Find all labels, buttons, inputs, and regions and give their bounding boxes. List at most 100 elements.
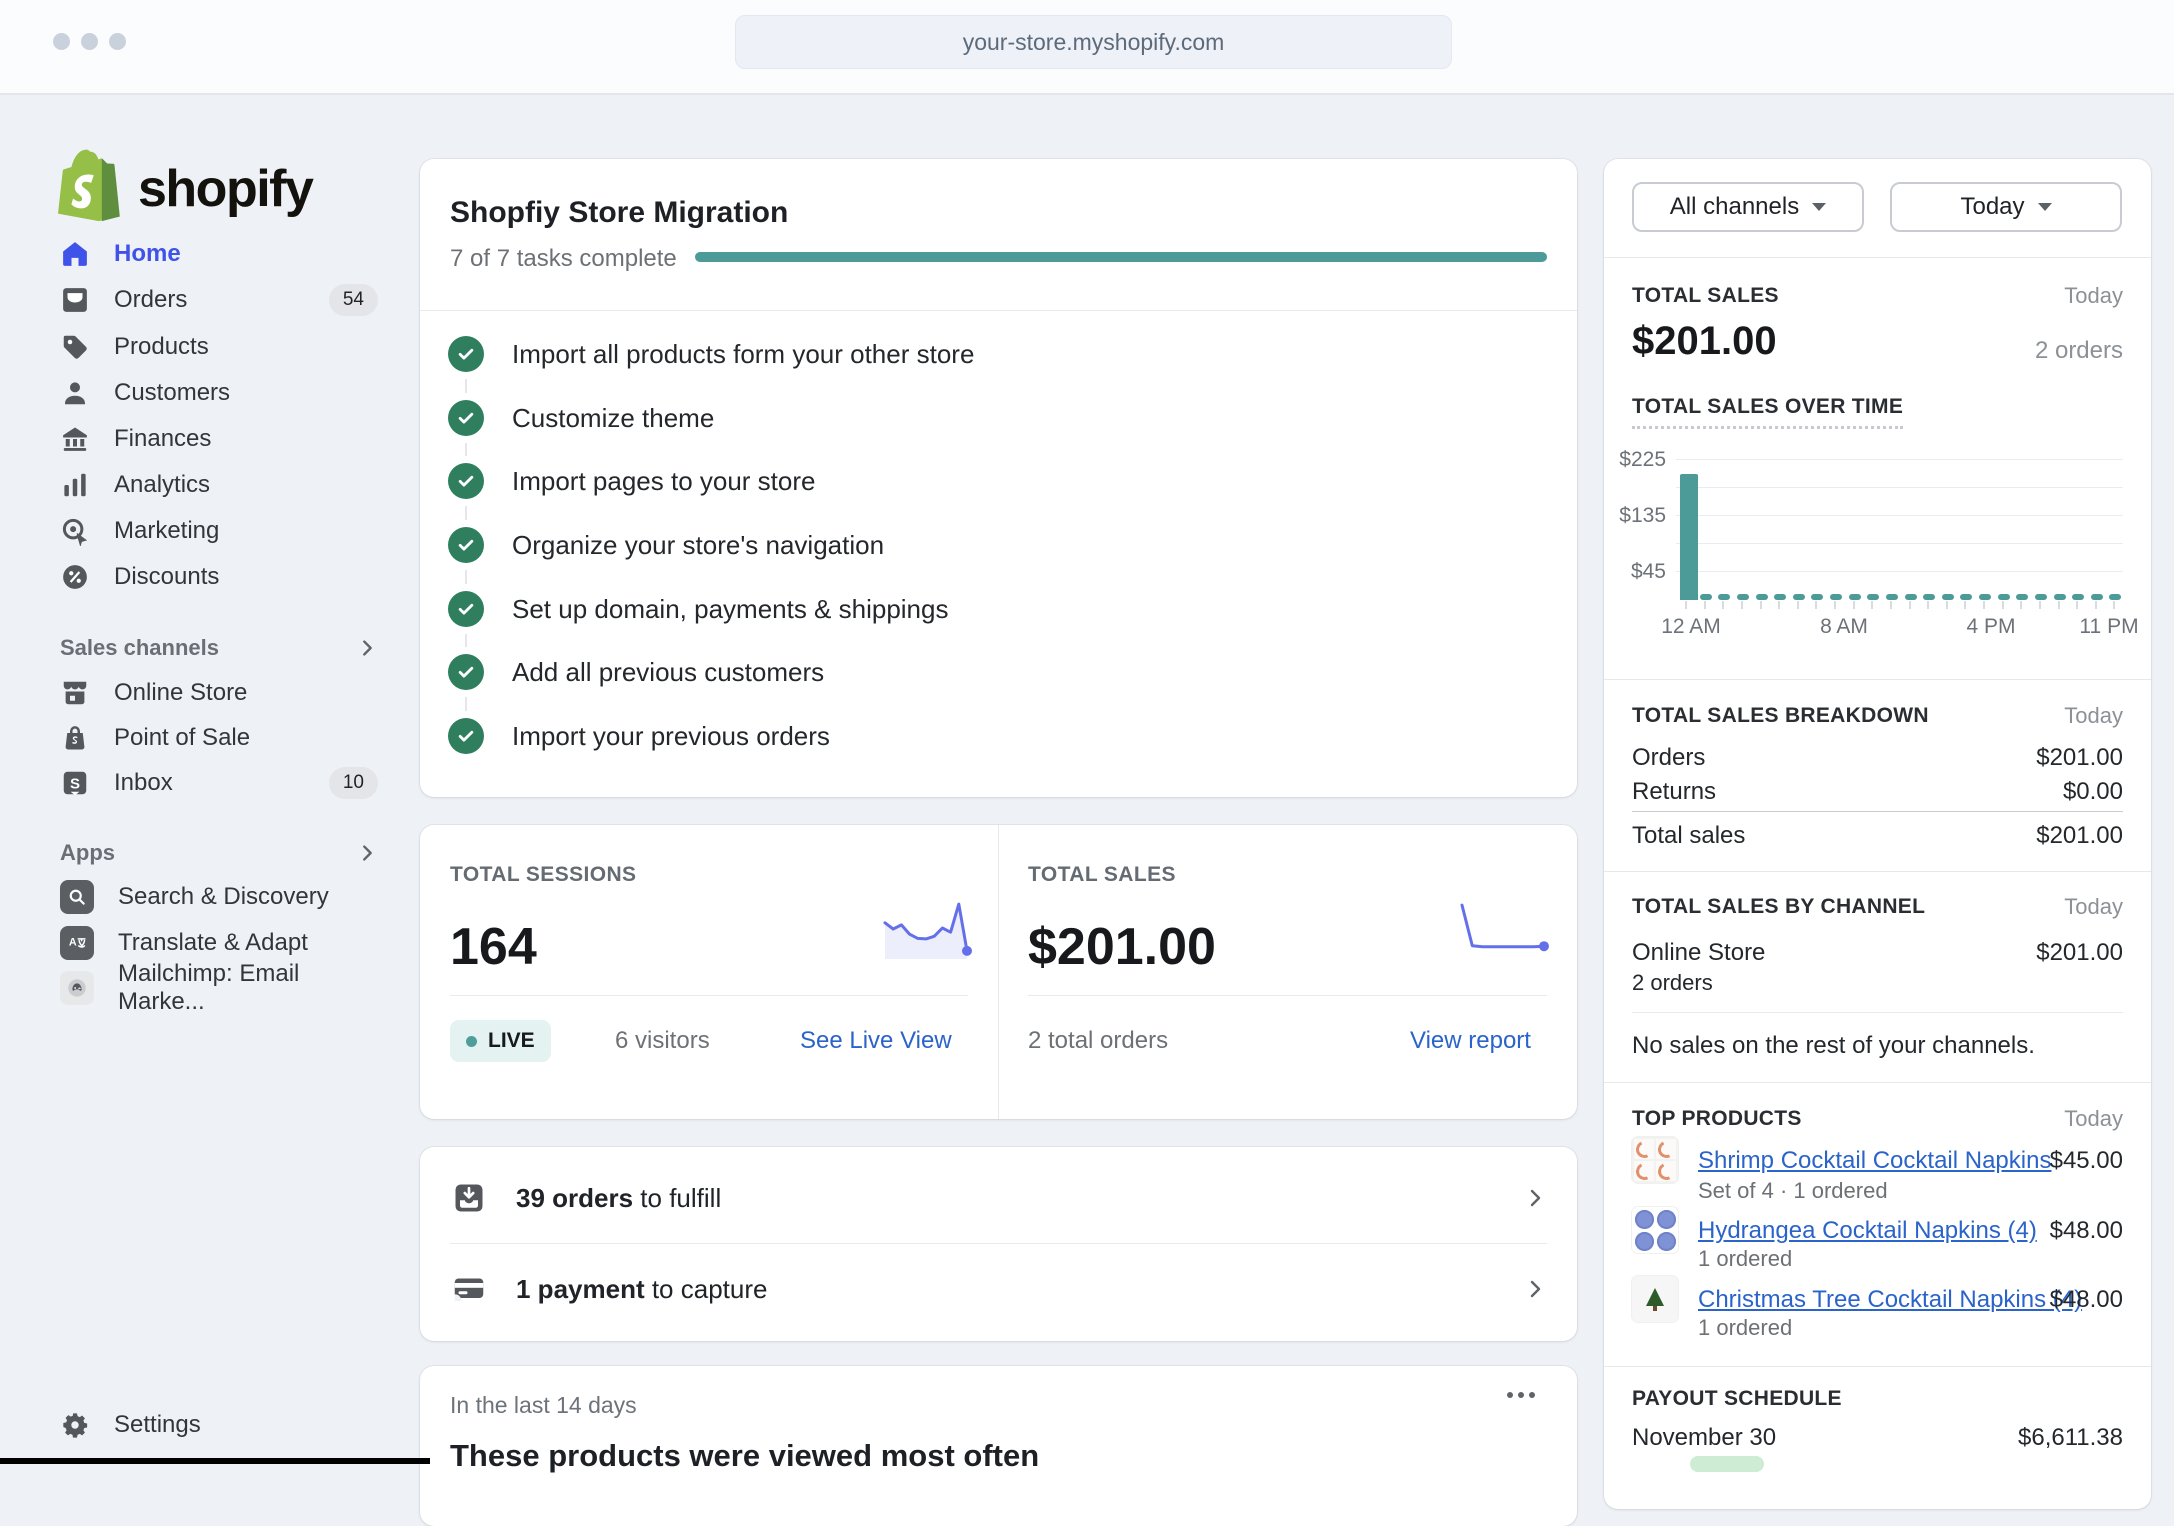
todo-count: 1 payment xyxy=(516,1274,645,1304)
todo-count: 39 orders xyxy=(516,1183,633,1213)
breakdown-row-label: Returns xyxy=(1632,778,1716,806)
task-row[interactable]: Import pages to your store xyxy=(448,461,815,501)
sidebar-item-marketing[interactable]: Marketing xyxy=(60,508,378,554)
orders-count-badge: 54 xyxy=(329,284,378,316)
task-row[interactable]: Add all previous customers xyxy=(448,652,824,692)
svg-text:S: S xyxy=(70,776,80,793)
product-price: $48.00 xyxy=(2050,1217,2123,1245)
y-axis-tick: $45 xyxy=(1604,560,1666,584)
shopify-logo[interactable]: shopify xyxy=(58,148,312,229)
sidebar-item-label: Point of Sale xyxy=(114,724,250,752)
translate-adapt-app-icon: A xyxy=(60,926,94,960)
date-filter-button[interactable]: Today xyxy=(1890,182,2122,232)
sidebar-item-label: Orders xyxy=(114,286,187,314)
breakdown-row-label: Orders xyxy=(1632,744,1705,772)
sidebar-item-analytics[interactable]: Analytics xyxy=(60,462,378,508)
point-of-sale-bag-icon xyxy=(60,723,90,753)
date-filter-label: Today xyxy=(1960,193,2024,221)
task-row[interactable]: Customize theme xyxy=(448,398,714,438)
see-live-view-link[interactable]: See Live View xyxy=(800,1027,952,1055)
product-thumbnail-christmas-tree xyxy=(1632,1276,1678,1322)
view-report-link[interactable]: View report xyxy=(1410,1027,1531,1055)
chevron-right-icon xyxy=(1523,1186,1547,1210)
product-link[interactable]: Hydrangea Cocktail Napkins (4) xyxy=(1698,1217,2037,1245)
product-thumbnail-hydrangea xyxy=(1632,1207,1678,1253)
window-control-icon[interactable] xyxy=(53,33,70,50)
sidebar-item-settings[interactable]: Settings xyxy=(60,1402,378,1448)
task-row[interactable]: Import your previous orders xyxy=(448,716,830,756)
divider xyxy=(998,825,999,1119)
breakdown-row-value: $201.00 xyxy=(2036,744,2123,772)
task-row[interactable]: Set up domain, payments & shippings xyxy=(448,589,948,629)
sidebar-item-inbox[interactable]: S Inbox 10 xyxy=(60,760,378,806)
section-separator xyxy=(1604,1366,2151,1367)
sidebar-item-discounts[interactable]: Discounts xyxy=(60,554,378,600)
task-row[interactable]: Import all products form your other stor… xyxy=(448,334,974,374)
kebab-menu-icon[interactable] xyxy=(1507,1392,1535,1398)
sidebar-item-label: Translate & Adapt xyxy=(118,929,308,957)
migration-progress-bar xyxy=(695,252,1547,262)
sidebar-section-sales-channels[interactable]: Sales channels xyxy=(60,626,378,670)
task-label: Import pages to your store xyxy=(512,466,815,497)
sidebar-item-orders[interactable]: Orders 54 xyxy=(60,277,378,323)
chevron-right-icon xyxy=(1523,1277,1547,1301)
channel-filter-button[interactable]: All channels xyxy=(1632,182,1864,232)
section-separator xyxy=(1604,679,2151,680)
x-axis-tick: 11 PM xyxy=(2079,615,2138,639)
home-icon xyxy=(60,239,90,269)
task-label: Customize theme xyxy=(512,403,714,434)
live-dot-icon xyxy=(466,1036,477,1047)
orders-to-fulfill-row[interactable]: 39 orders to fulfill xyxy=(450,1172,1547,1224)
breakdown-label: TOTAL SALES BREAKDOWN xyxy=(1632,704,1929,728)
sidebar: shopify Home Orders 54 Products Customer… xyxy=(0,93,420,1464)
sidebar-item-home[interactable]: Home xyxy=(60,231,378,277)
sidebar-item-online-store[interactable]: Online Store xyxy=(60,670,378,716)
total-sessions-label: TOTAL SESSIONS xyxy=(450,863,636,887)
section-separator xyxy=(1604,257,2151,258)
product-sub: 1 ordered xyxy=(1698,1315,1792,1341)
sidebar-item-label: Online Store xyxy=(114,679,247,707)
check-circle-icon xyxy=(448,718,484,754)
sidebar-item-finances[interactable]: Finances xyxy=(60,416,378,462)
sidebar-item-customers[interactable]: Customers xyxy=(60,370,378,416)
sidebar-item-label: Search & Discovery xyxy=(118,883,329,911)
product-thumbnail-shrimp xyxy=(1632,1137,1678,1183)
task-label: Add all previous customers xyxy=(512,657,824,688)
window-control-icon[interactable] xyxy=(109,33,126,50)
breakdown-row-value: $0.00 xyxy=(2063,778,2123,806)
discounts-percent-icon xyxy=(60,562,90,592)
task-label: Set up domain, payments & shippings xyxy=(512,594,948,625)
task-row[interactable]: Organize your store's navigation xyxy=(448,525,884,565)
product-price: $48.00 xyxy=(2050,1286,2123,1314)
window-control-icon[interactable] xyxy=(81,33,98,50)
sales-sparkline xyxy=(1462,897,1544,959)
address-bar[interactable]: your-store.myshopify.com xyxy=(735,15,1452,69)
product-link[interactable]: Christmas Tree Cocktail Napkins (4) xyxy=(1698,1286,2082,1314)
sidebar-item-label: Mailchimp: Email Marke... xyxy=(118,960,378,1016)
x-axis-tick: 8 AM xyxy=(1820,615,1868,639)
check-circle-icon xyxy=(448,527,484,563)
total-sales-label: TOTAL SALES xyxy=(1028,863,1176,887)
product-link[interactable]: Shrimp Cocktail Cocktail Napkins xyxy=(1698,1147,2051,1175)
sidebar-item-label: Settings xyxy=(114,1411,201,1439)
address-bar-url: your-store.myshopify.com xyxy=(963,29,1225,56)
live-label: LIVE xyxy=(488,1029,535,1053)
sidebar-item-label: Home xyxy=(114,240,181,268)
sidebar-item-products[interactable]: Products xyxy=(60,324,378,370)
divider xyxy=(450,995,968,996)
sidebar-item-label: Analytics xyxy=(114,471,210,499)
check-circle-icon xyxy=(448,336,484,372)
sidebar-item-mailchimp[interactable]: Mailchimp: Email Marke... xyxy=(60,965,378,1011)
svg-text:A: A xyxy=(69,937,77,949)
insights-period: In the last 14 days xyxy=(450,1392,637,1419)
x-axis-tick: 4 PM xyxy=(1966,615,2015,639)
sidebar-item-point-of-sale[interactable]: Point of Sale xyxy=(60,715,378,761)
panel-period: Today xyxy=(2064,1106,2123,1132)
fulfill-box-icon xyxy=(450,1179,488,1217)
channel-name: Online Store xyxy=(1632,939,1765,967)
sidebar-section-apps[interactable]: Apps xyxy=(60,831,378,875)
sidebar-item-search-discovery[interactable]: Search & Discovery xyxy=(60,874,378,920)
visitors-count: 6 visitors xyxy=(615,1027,710,1055)
divider xyxy=(420,310,1577,311)
payments-to-capture-row[interactable]: 1 payment to capture xyxy=(450,1263,1547,1315)
